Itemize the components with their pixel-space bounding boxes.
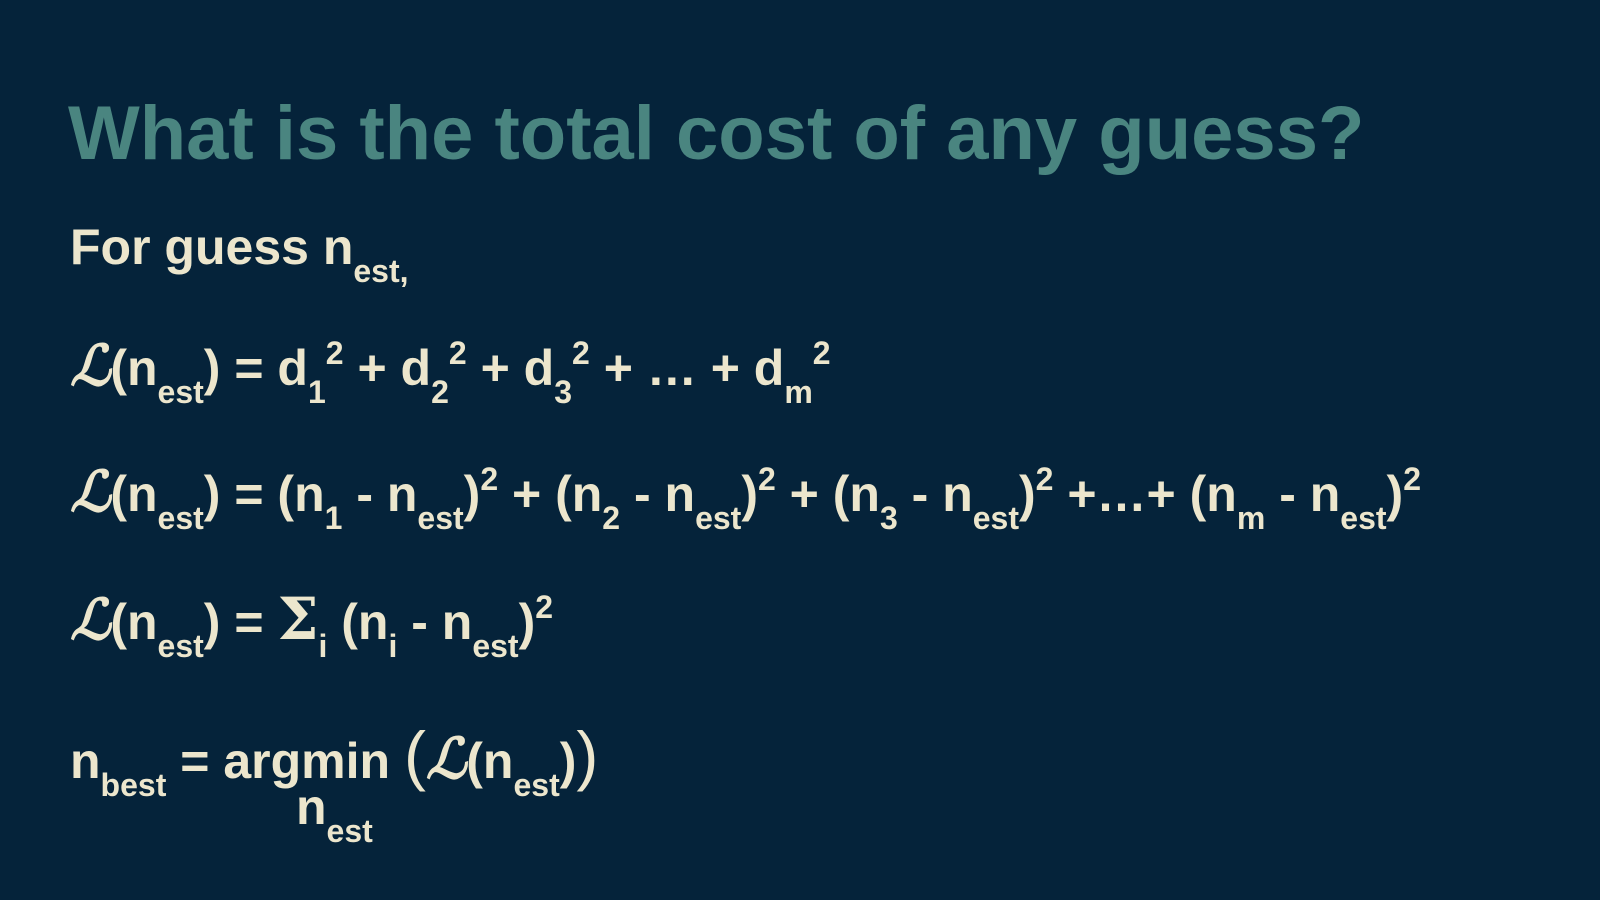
est-subscript: est bbox=[472, 627, 519, 664]
loss-symbol: ℒ bbox=[70, 587, 111, 653]
square-exponent: 2 bbox=[757, 461, 776, 498]
loss-symbol: ℒ bbox=[425, 726, 467, 792]
est-subscript: est bbox=[157, 499, 204, 536]
n-subscript: 1 bbox=[324, 499, 343, 536]
square-exponent: 2 bbox=[572, 335, 590, 372]
ellipsis: +…+ bbox=[1067, 466, 1176, 522]
est-subscript: est bbox=[326, 812, 373, 849]
loss-symbol: ℒ bbox=[70, 459, 111, 525]
ellipsis: … bbox=[646, 340, 697, 396]
n-best-symbol: n bbox=[70, 733, 101, 789]
est-subscript: est bbox=[513, 766, 560, 803]
est-subscript: est bbox=[157, 627, 204, 664]
equation-sum-of-distances: ℒ(nest) = d12 + d22 + d32 + … + dm2 bbox=[70, 333, 831, 410]
equation-argmin: nbest = argmin (ℒ(nest)) bbox=[70, 718, 599, 803]
n-subscript: i bbox=[388, 627, 398, 664]
est-subscript: est bbox=[972, 499, 1019, 536]
square-exponent: 2 bbox=[1403, 461, 1421, 498]
sigma-symbol: Σ bbox=[277, 585, 319, 653]
square-exponent: 2 bbox=[812, 335, 831, 372]
d-subscript: 3 bbox=[554, 373, 573, 410]
square-exponent: 2 bbox=[325, 335, 344, 372]
n-subscript: 2 bbox=[602, 499, 621, 536]
est-subscript: est bbox=[695, 499, 742, 536]
slide-title: What is the total cost of any guess? bbox=[68, 91, 1365, 176]
square-exponent: 2 bbox=[448, 335, 467, 372]
equation-expanded-differences: ℒ(nest) = (n1 - nest)2 + (n2 - nest)2 + … bbox=[70, 459, 1421, 536]
d-subscript: 2 bbox=[431, 373, 449, 410]
est-subscript: est bbox=[417, 499, 464, 536]
n-subscript: m bbox=[1236, 499, 1266, 536]
d-subscript: 1 bbox=[307, 373, 326, 410]
intro-subscript: est, bbox=[353, 252, 409, 289]
square-exponent: 2 bbox=[480, 461, 499, 498]
argmin-under-label: nest bbox=[296, 779, 373, 847]
best-subscript: best bbox=[100, 766, 167, 803]
intro-prefix: For guess n bbox=[70, 219, 354, 275]
sigma-subscript: i bbox=[318, 627, 328, 664]
n-subscript: 3 bbox=[879, 499, 898, 536]
d-subscript: m bbox=[784, 373, 813, 410]
square-exponent: 2 bbox=[1035, 461, 1054, 498]
est-subscript: est bbox=[1340, 499, 1387, 536]
slide: What is the total cost of any guess? For… bbox=[0, 0, 1600, 900]
est-subscript: est bbox=[157, 373, 204, 410]
equation-summation: ℒ(nest) = Σi (ni - nest)2 bbox=[70, 585, 554, 664]
loss-symbol: ℒ bbox=[70, 333, 111, 399]
square-exponent: 2 bbox=[535, 589, 554, 626]
n-symbol: n bbox=[296, 779, 327, 835]
intro-line: For guess nest, bbox=[70, 219, 409, 287]
